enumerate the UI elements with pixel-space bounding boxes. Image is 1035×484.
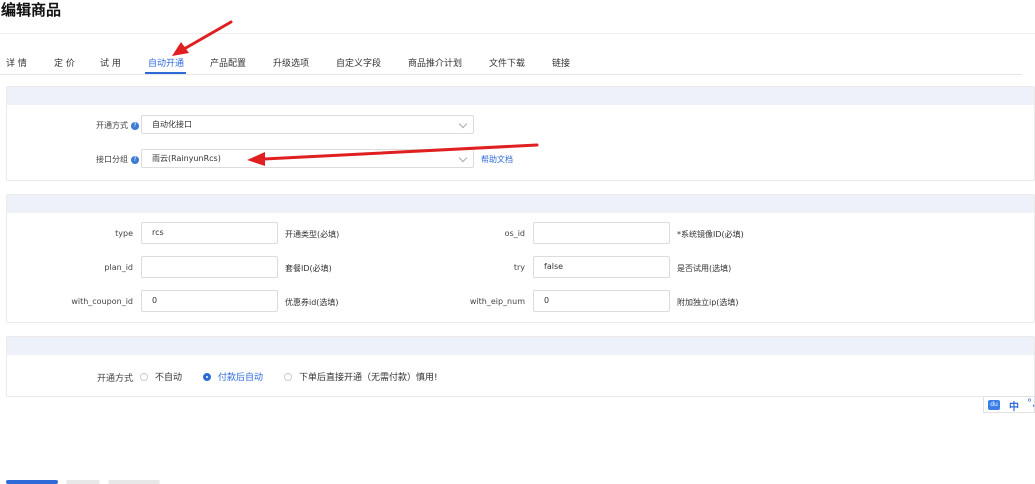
ime-punctuation-indicator[interactable]: °, — [1027, 398, 1035, 409]
ime-toolbar[interactable]: du 中 °, — [983, 396, 1035, 413]
with-eip-num-label: with_eip_num — [469, 297, 525, 306]
section-header — [7, 195, 1034, 213]
active-tab-indicator — [145, 72, 186, 74]
with-eip-num-input[interactable]: 0 — [533, 290, 670, 312]
plan-id-input[interactable] — [141, 256, 278, 278]
tab-links[interactable]: 链接 — [552, 56, 570, 69]
with-coupon-id-input[interactable]: 0 — [141, 290, 278, 312]
tab-upgrade-options[interactable]: 升级选项 — [273, 56, 309, 69]
type-hint: 开通类型(必填) — [285, 230, 340, 239]
section-header — [7, 337, 1034, 355]
interface-group-label: 接口分组? — [47, 154, 139, 165]
interface-group-select[interactable]: 雨云(RainyunRcs) — [141, 149, 474, 168]
tab-affiliate-plan[interactable]: 商品推介计划 — [408, 56, 462, 69]
help-docs-link[interactable]: 帮助文档 — [481, 154, 513, 165]
help-icon[interactable]: ? — [131, 122, 139, 130]
tertiary-button[interactable] — [108, 480, 160, 484]
tab-product-config[interactable]: 产品配置 — [210, 56, 246, 69]
radio-auto-after-payment[interactable]: 付款后自动 — [203, 370, 263, 383]
plan-id-hint: 套餐ID(必填) — [285, 264, 332, 273]
plan-id-label: plan_id — [104, 263, 133, 272]
ime-paw-icon: du — [988, 400, 1000, 410]
type-label: type — [115, 229, 133, 238]
type-input[interactable]: rcs — [141, 222, 278, 244]
help-icon[interactable]: ? — [131, 156, 139, 164]
chevron-down-icon — [458, 119, 468, 129]
provision-section: 开通方式? 自动化接口 接口分组? 雨云(RainyunRcs) 帮助文档 — [6, 86, 1035, 181]
chevron-down-icon — [458, 153, 468, 163]
tab-file-download[interactable]: 文件下载 — [489, 56, 525, 69]
provision-method-select[interactable]: 自动化接口 — [141, 115, 474, 134]
config-options-section: type rcs 开通类型(必填) os_id *系统镜像ID(必填) plan… — [6, 194, 1035, 323]
provision-method-label: 开通方式? — [47, 120, 139, 131]
arrow-to-auto-provision-tab — [172, 20, 233, 56]
save-button[interactable] — [6, 480, 58, 484]
try-input[interactable]: false — [533, 256, 670, 278]
radio-provision-on-order[interactable]: 下单后直接开通（无需付款）慎用! — [284, 370, 438, 383]
secondary-button[interactable] — [66, 480, 100, 484]
tab-pricing[interactable]: 定 价 — [54, 56, 75, 69]
provision-timing-section: 开通方式 不自动 付款后自动 下单后直接开通（无需付款）慎用! — [6, 336, 1035, 397]
with-coupon-id-label: with_coupon_id — [71, 297, 133, 306]
os-id-input[interactable] — [533, 222, 670, 244]
page-title: 编辑商品 — [1, 1, 62, 19]
try-label: try — [513, 263, 525, 272]
tab-details[interactable]: 详 情 — [6, 56, 27, 69]
try-hint: 是否试用(选填) — [677, 264, 732, 273]
ime-language-indicator[interactable]: 中 — [1009, 398, 1019, 413]
radio-no-auto[interactable]: 不自动 — [140, 370, 182, 383]
with-coupon-id-hint: 优惠券id(选填) — [285, 298, 339, 307]
title-divider — [0, 33, 1035, 34]
with-eip-num-hint: 附加独立ip(选填) — [677, 298, 739, 307]
provision-timing-label: 开通方式 — [96, 374, 133, 384]
os-id-label: os_id — [504, 229, 525, 238]
tab-auto-provision[interactable]: 自动开通 — [148, 56, 184, 69]
os-id-hint: *系统镜像ID(必填) — [677, 230, 744, 239]
provision-timing-radio-group: 不自动 付款后自动 下单后直接开通（无需付款）慎用! — [140, 370, 640, 384]
tab-custom-fields[interactable]: 自定义字段 — [336, 56, 381, 69]
section-header — [7, 87, 1034, 105]
tab-trial[interactable]: 试 用 — [100, 56, 121, 69]
